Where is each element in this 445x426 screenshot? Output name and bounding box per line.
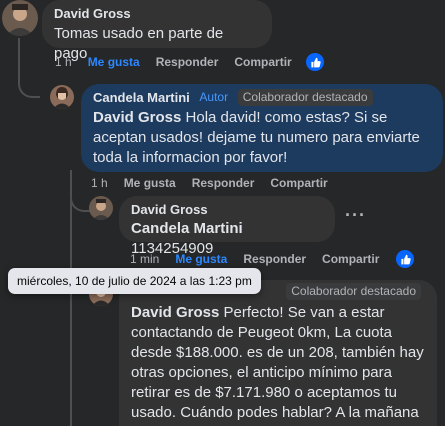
mention-link[interactable]: David Gross [131, 304, 219, 321]
reply-author[interactable]: David Gross [131, 202, 323, 218]
featured-badge: Colaborador destacado [237, 89, 373, 106]
avatar[interactable] [50, 85, 74, 109]
avatar[interactable] [2, 0, 38, 36]
reply-text-row: David Gross Hola david! como estas? Si s… [93, 108, 431, 168]
reply-button[interactable]: Responder [243, 252, 306, 266]
reply-text-row: David Gross Perfecto! Se van a estar con… [131, 303, 425, 426]
featured-badge: Colaborador destacado [286, 283, 421, 300]
mention-link[interactable]: Candela Martini [131, 220, 243, 237]
reply-time[interactable]: 1 min [130, 252, 159, 266]
reply-button[interactable]: Responder [156, 55, 219, 69]
like-button[interactable]: Me gusta [124, 176, 176, 190]
comment-bubble: David Gross Tomas usado en parte de pago [42, 0, 272, 62]
timestamp-tooltip: miércoles, 10 de julio de 2024 a las 1:2… [8, 268, 261, 294]
comment-author[interactable]: David Gross [54, 6, 260, 22]
thread-line-1 [18, 38, 40, 98]
like-count-icon[interactable] [306, 53, 324, 71]
share-button[interactable]: Compartir [270, 176, 327, 190]
reply-bubble: Colaborador destacado David Gross Perfec… [119, 280, 437, 426]
reply-actions: 1 min Me gusta Responder Compartir [130, 252, 395, 266]
author-badge: Autor [199, 90, 229, 104]
reply-bubble: Candela Martini Autor Colaborador destac… [81, 84, 443, 172]
like-button[interactable]: Me gusta [88, 55, 140, 69]
comment-time[interactable]: 1 h [55, 55, 72, 69]
share-button[interactable]: Compartir [322, 252, 379, 266]
avatar[interactable] [89, 196, 113, 220]
comment-actions: 1 h Me gusta Responder Compartir [55, 55, 308, 69]
reply-author-row: Candela Martini Autor Colaborador destac… [93, 89, 431, 106]
reply-button[interactable]: Responder [192, 176, 255, 190]
mention-link[interactable]: David Gross [93, 109, 181, 126]
reply-author[interactable]: Candela Martini [93, 90, 190, 105]
reply-text: Perfecto! Se van a estar contactando de … [131, 304, 424, 426]
like-button[interactable]: Me gusta [175, 252, 227, 266]
thread-line-3 [70, 200, 72, 426]
reply-bubble: David Gross Candela Martini 1134254909 [119, 196, 335, 257]
reply-actions: 1 h Me gusta Responder Compartir [91, 176, 344, 190]
reply-time[interactable]: 1 h [91, 176, 108, 190]
like-count-icon[interactable] [396, 250, 414, 268]
more-options-icon[interactable]: ··· [345, 205, 366, 226]
share-button[interactable]: Compartir [234, 55, 291, 69]
